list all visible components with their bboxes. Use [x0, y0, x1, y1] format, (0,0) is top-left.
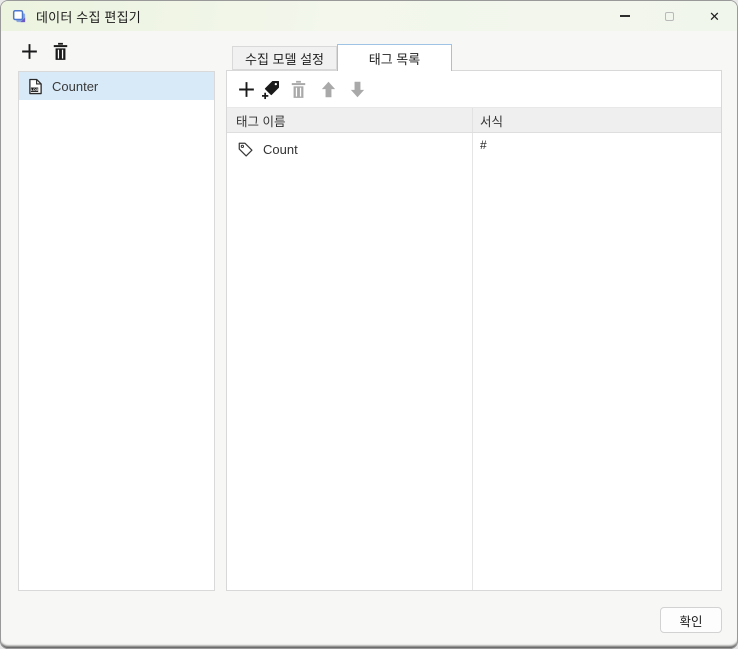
ok-button[interactable]: 확인 [660, 607, 722, 633]
tab-label: 수집 모델 설정 [245, 51, 324, 67]
maximize-button[interactable] [647, 1, 692, 31]
tab-tag-list[interactable]: 태그 목록 [337, 44, 452, 71]
arrow-up-icon [321, 81, 336, 98]
titlebar[interactable]: 데이터 수집 편집기 ✕ [1, 1, 737, 31]
model-list: LOG Counter [18, 71, 215, 591]
tag-plus-icon [262, 81, 279, 100]
minimize-icon [619, 15, 630, 17]
close-icon: ✕ [709, 8, 720, 24]
tab-label: 태그 목록 [368, 51, 421, 67]
close-button[interactable]: ✕ [692, 1, 737, 31]
tag-toolbar [227, 71, 721, 108]
maximize-icon [665, 11, 674, 21]
add-tag-button[interactable] [236, 79, 257, 100]
delete-tag-button[interactable] [288, 79, 309, 100]
model-toolbar [19, 41, 71, 62]
arrow-down-icon [350, 81, 365, 98]
trash-icon [291, 80, 306, 98]
tag-list-panel: 태그 이름 서식 Count # [226, 70, 722, 591]
caption-buttons: ✕ [602, 1, 737, 31]
tab-collection-model-settings[interactable]: 수집 모델 설정 [232, 46, 337, 70]
tag-name-cell: Count [227, 133, 472, 166]
move-up-button[interactable] [318, 79, 339, 100]
tag-row[interactable]: Count # [227, 133, 721, 166]
log-file-icon: LOG [29, 78, 42, 94]
model-item-label: Counter [52, 78, 99, 94]
column-divider [472, 133, 473, 590]
plus-icon [22, 44, 37, 59]
app-icon [12, 9, 26, 22]
plus-icon [239, 82, 254, 97]
ok-button-label: 확인 [679, 614, 703, 629]
tag-table-header: 태그 이름 서식 [227, 108, 721, 133]
column-header-format[interactable]: 서식 [472, 108, 721, 132]
svg-text:LOG: LOG [31, 88, 39, 92]
window-title: 데이터 수집 편집기 [36, 9, 141, 25]
model-list-item-counter[interactable]: LOG Counter [19, 72, 214, 100]
dialog-window: 데이터 수집 편집기 ✕ LOG Counter 수집 모델 설정 태그 목록 … [0, 0, 738, 649]
tag-table-body: Count # [227, 133, 721, 590]
move-down-button[interactable] [347, 79, 368, 100]
tag-name: Count [263, 142, 298, 157]
tag-icon [238, 142, 253, 157]
new-tag-button[interactable] [260, 79, 281, 100]
trash-icon [53, 42, 68, 60]
column-header-tag-name[interactable]: 태그 이름 [227, 108, 472, 132]
tag-format-cell: # [480, 138, 487, 152]
minimize-button[interactable] [602, 1, 647, 31]
delete-model-button[interactable] [50, 41, 71, 62]
add-model-button[interactable] [19, 41, 40, 62]
